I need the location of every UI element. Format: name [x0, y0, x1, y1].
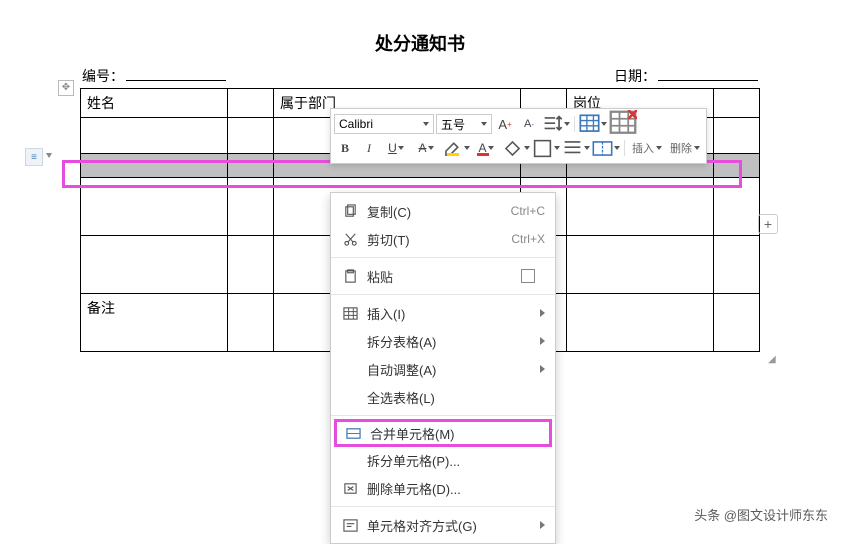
borders-button[interactable] [532, 137, 560, 159]
chevron-down-icon [481, 122, 487, 126]
chevron-right-icon [540, 365, 545, 373]
resize-handle-icon[interactable]: ◢ [768, 354, 778, 364]
menu-split-cells[interactable]: 拆分单元格(P)... [331, 446, 555, 474]
header-fields: 编号： 日期： [80, 66, 760, 86]
line-spacing-icon [542, 114, 563, 135]
menu-cell-align[interactable]: 单元格对齐方式(G) [331, 511, 555, 539]
delete-cells-icon [341, 479, 359, 497]
font-family-select[interactable]: Calibri [334, 114, 434, 134]
menu-copy[interactable]: 复制(C) Ctrl+C [331, 197, 555, 225]
chevron-down-icon [694, 146, 700, 150]
table-move-handle[interactable]: ✥ [58, 80, 74, 96]
chevron-right-icon [540, 337, 545, 345]
mini-format-toolbar: Calibri 五号 A+ A- B I U A A [330, 108, 707, 164]
paste-icon [341, 267, 359, 285]
watermark-text: 头条 @图文设计师东东 [694, 505, 828, 524]
separator [331, 415, 555, 416]
align-icon [562, 138, 583, 159]
chevron-down-icon [554, 146, 560, 150]
bold-button[interactable]: B [334, 137, 356, 159]
separator [624, 140, 625, 156]
menu-auto-fit[interactable]: 自动调整(A) [331, 355, 555, 383]
chevron-down-icon [423, 122, 429, 126]
cell[interactable] [713, 89, 759, 118]
italic-button[interactable]: I [358, 137, 380, 159]
chevron-down-icon [398, 146, 404, 150]
table-insert-icon-button[interactable] [579, 113, 607, 135]
field-date-underline[interactable] [658, 67, 758, 81]
underline-button[interactable]: U [382, 137, 410, 159]
chevron-down-icon [524, 146, 530, 150]
separator [331, 294, 555, 295]
chevron-down-icon [564, 122, 570, 126]
menu-insert[interactable]: 插入(I) [331, 299, 555, 327]
bucket-icon [502, 138, 523, 159]
table-icon [579, 114, 600, 135]
align-button[interactable] [562, 137, 590, 159]
font-size-select[interactable]: 五号 [436, 114, 492, 134]
context-menu: 复制(C) Ctrl+C 剪切(T) Ctrl+X 粘贴 插入(I) 拆分表格(… [330, 192, 556, 544]
cell-name-label[interactable]: 姓名 [81, 89, 228, 118]
menu-delete-cells[interactable]: 删除单元格(D)... [331, 474, 555, 502]
chevron-down-icon [464, 146, 470, 150]
chevron-down-icon [584, 146, 590, 150]
borders-icon [532, 138, 553, 159]
add-row-button[interactable]: + [758, 214, 778, 234]
field-number-underline[interactable] [126, 67, 226, 81]
field-date[interactable]: 日期： [614, 66, 758, 86]
chevron-down-icon [656, 146, 662, 150]
strikethrough-button[interactable]: A [412, 137, 440, 159]
field-number-label: 编号： [82, 66, 124, 86]
separator [331, 506, 555, 507]
chevron-down-icon [601, 122, 607, 126]
delete-dropdown-button[interactable]: 删除 [667, 140, 703, 156]
chevron-right-icon [540, 309, 545, 317]
doc-title: 处分通知书 [80, 30, 760, 56]
shading-color-button[interactable] [502, 137, 530, 159]
clipboard-small-icon [519, 267, 537, 285]
menu-paste[interactable]: 粘贴 [331, 262, 555, 290]
menu-split-table[interactable]: 拆分表格(A) [331, 327, 555, 355]
line-spacing-button[interactable] [542, 113, 570, 135]
table-delete-icon-button[interactable] [609, 113, 637, 135]
merge-cells-icon [344, 424, 362, 442]
table-delete-icon [609, 110, 637, 138]
chevron-down-icon [428, 146, 434, 150]
chevron-down-icon [488, 146, 494, 150]
side-gutter-button[interactable]: ≡ [25, 148, 43, 166]
merge-icon [592, 138, 613, 159]
side-gutter-dropdown-icon[interactable] [46, 153, 52, 158]
increase-font-icon[interactable]: A+ [494, 113, 516, 135]
highlight-color-button[interactable] [442, 137, 470, 159]
font-color-button[interactable]: A [472, 137, 500, 159]
separator [331, 257, 555, 258]
decrease-font-icon[interactable]: A- [518, 113, 540, 135]
cell[interactable] [227, 89, 273, 118]
field-number[interactable]: 编号： [82, 66, 226, 86]
cell-remark-label[interactable]: 备注 [81, 294, 228, 352]
cell-align-icon [341, 516, 359, 534]
field-date-label: 日期： [614, 66, 656, 86]
menu-cut[interactable]: 剪切(T) Ctrl+X [331, 225, 555, 253]
chevron-down-icon [614, 146, 620, 150]
menu-merge-cells[interactable]: 合并单元格(M) [334, 419, 552, 447]
copy-icon [341, 202, 359, 220]
table-icon [341, 304, 359, 322]
merge-cells-toolbar-button[interactable] [592, 137, 620, 159]
menu-select-table[interactable]: 全选表格(L) [331, 383, 555, 411]
insert-dropdown-button[interactable]: 插入 [629, 140, 665, 156]
scissors-icon [341, 230, 359, 248]
font-family-value: Calibri [339, 117, 373, 131]
chevron-right-icon [540, 521, 545, 529]
separator [574, 116, 575, 132]
font-size-value: 五号 [441, 116, 465, 133]
